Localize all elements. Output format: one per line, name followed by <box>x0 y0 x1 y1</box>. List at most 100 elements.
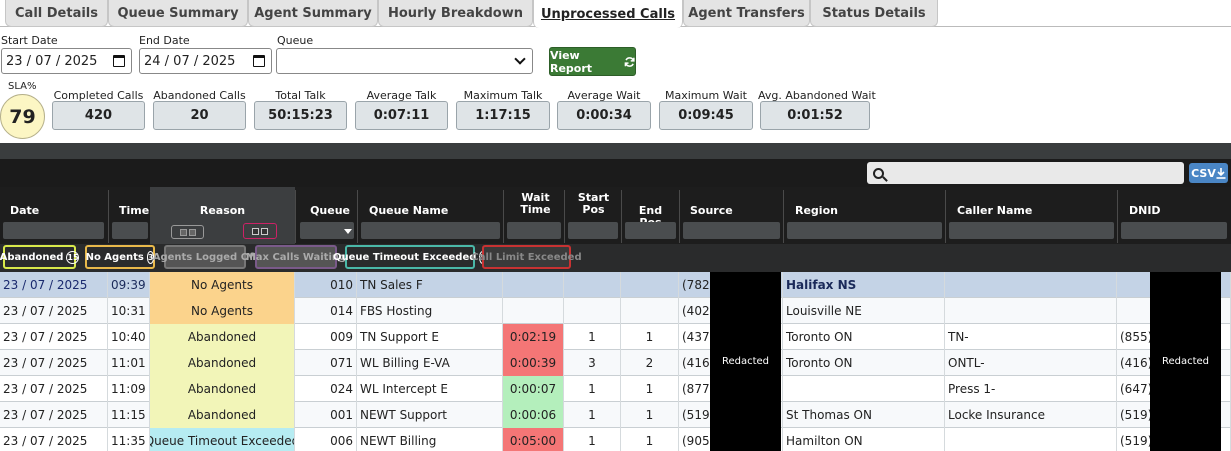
time-cell: 11:15 <box>108 402 150 428</box>
queue-cell: 014 <box>295 298 357 324</box>
queue-name-filter-input[interactable] <box>361 222 500 239</box>
table-row[interactable]: 23 / 07 / 2025 11:35 Queue Timeout Exceede… <box>0 428 1231 451</box>
csv-label: CSV <box>1191 166 1216 180</box>
stat-value: 0:07:11 <box>355 101 448 130</box>
column-header-source[interactable]: Source <box>690 205 733 217</box>
column-header-date[interactable]: Date <box>10 205 39 217</box>
column-header-caller-name[interactable]: Caller Name <box>957 205 1032 217</box>
region-filter-input[interactable] <box>787 222 942 239</box>
tab-unprocessed-calls[interactable]: Unprocessed Calls <box>533 0 683 28</box>
reason-filter-chip[interactable]: No Agents 3 <box>85 245 155 269</box>
queue-label: Queue <box>277 34 314 47</box>
tab-hourly-breakdown[interactable]: Hourly Breakdown <box>378 0 533 27</box>
table-row[interactable]: 23 / 07 / 2025 10:31 No Agents 014 FBS Hosti… <box>0 298 1231 324</box>
end-date-value: 24 / 07 / 2025 <box>144 53 236 69</box>
header-separator <box>108 190 109 243</box>
queue-name-cell: NEWT Support <box>357 402 503 428</box>
end-pos-cell <box>621 298 679 324</box>
calendar-icon[interactable] <box>113 55 125 67</box>
table-row[interactable]: 23 / 07 / 2025 09:39 No Agents 010 TN Sales … <box>0 272 1231 298</box>
header-separator <box>679 190 680 243</box>
tab-agent-summary[interactable]: Agent Summary <box>248 0 378 27</box>
table-row[interactable]: 23 / 07 / 2025 11:01 Abandoned 071 WL Billin… <box>0 350 1231 376</box>
tab-agent-transfers[interactable]: Agent Transfers <box>683 0 810 27</box>
column-header-queue-name[interactable]: Queue Name <box>369 205 448 217</box>
stat-value: 420 <box>52 101 145 130</box>
chip-label: Queue Timeout Exceeded <box>333 251 477 263</box>
column-header-region[interactable]: Region <box>795 205 838 217</box>
table-search-input[interactable] <box>867 162 1184 184</box>
date-cell: 23 / 07 / 2025 <box>0 428 108 451</box>
header-separator <box>503 190 504 243</box>
reason-filter-chip[interactable]: Max Calls Waiting <box>246 245 346 269</box>
table-row[interactable]: 23 / 07 / 2025 11:15 Abandoned 001 NEWT Supp… <box>0 402 1231 428</box>
queue-cell: 001 <box>295 402 357 428</box>
column-header-dnid[interactable]: DNID <box>1129 205 1161 217</box>
tab-queue-summary[interactable]: Queue Summary <box>108 0 248 27</box>
end-date-input[interactable]: 24 / 07 / 2025 <box>139 48 272 74</box>
table-row[interactable]: 23 / 07 / 2025 10:40 Abandoned 009 TN Suppor… <box>0 324 1231 350</box>
search-icon <box>873 167 884 179</box>
view-report-button[interactable]: View Report <box>549 47 636 76</box>
reason-filter-chip[interactable]: Abandoned 15 <box>0 245 80 269</box>
tab-status-details[interactable]: Status Details <box>810 0 938 27</box>
column-header-start-pos[interactable]: Start Pos <box>571 192 616 216</box>
queue-cell: 024 <box>295 376 357 402</box>
wait-time-cell <box>503 298 564 324</box>
header-separator <box>1117 190 1118 243</box>
region-cell: Toronto ON <box>783 350 945 376</box>
source-filter-input[interactable] <box>683 222 780 239</box>
column-header-queue[interactable]: Queue <box>298 205 350 217</box>
queue-cell: 009 <box>295 324 357 350</box>
wait-time-filter-input[interactable] <box>507 222 561 239</box>
checkbox-icon <box>261 227 268 235</box>
queue-name-cell: NEWT Billing <box>357 428 503 451</box>
queue-cell: 010 <box>295 272 357 298</box>
csv-export-button[interactable]: CSV <box>1189 163 1228 183</box>
header-separator <box>564 190 565 243</box>
reason-cell: Queue Timeout Exceeded <box>150 428 295 451</box>
time-cell: 11:09 <box>108 376 150 402</box>
redacted-dnid-block: Redacted <box>1150 272 1221 451</box>
reason-select-all-toggle[interactable] <box>171 225 204 239</box>
time-filter-input[interactable] <box>112 222 148 239</box>
column-header-time[interactable]: Time <box>119 205 149 217</box>
checkbox-icon <box>188 228 196 236</box>
caret-down-icon <box>344 229 352 234</box>
calendar-icon[interactable] <box>253 55 265 67</box>
dnid-filter-input[interactable] <box>1121 222 1227 239</box>
reason-filter-chip[interactable]: Call Limit Exceeded <box>471 245 582 269</box>
queue-select[interactable] <box>276 48 533 74</box>
caller-name-cell: TN- <box>945 324 1117 350</box>
reason-clear-all-toggle[interactable] <box>243 223 277 239</box>
start-date-input[interactable]: 23 / 07 / 2025 <box>1 48 132 74</box>
caller-name-cell: ONTL- <box>945 350 1117 376</box>
time-cell: 11:01 <box>108 350 150 376</box>
checkbox-icon <box>179 228 187 236</box>
end-pos-filter-input[interactable] <box>625 222 676 239</box>
view-report-label: View Report <box>550 48 593 75</box>
wait-time-cell <box>503 272 564 298</box>
queue-name-cell: TN Support E <box>357 324 503 350</box>
start-pos-filter-input[interactable] <box>568 222 618 239</box>
queue-cell: 071 <box>295 350 357 376</box>
stat-value: 20 <box>153 101 246 130</box>
tab-call-details[interactable]: Call Details <box>5 0 108 27</box>
region-cell: St Thomas ON <box>783 402 945 428</box>
reason-cell: Abandoned <box>150 324 295 350</box>
column-header-reason[interactable]: Reason <box>150 205 295 217</box>
table-row[interactable]: 23 / 07 / 2025 11:09 Abandoned 024 WL Interc… <box>0 376 1231 402</box>
chip-label: Abandoned <box>0 251 64 263</box>
chip-label: Agents Logged Off <box>152 251 258 263</box>
end-pos-cell: 2 <box>621 350 679 376</box>
chip-count-badge: 15 <box>66 250 80 264</box>
chip-label: Max Calls Waiting <box>245 251 347 263</box>
date-cell: 23 / 07 / 2025 <box>0 350 108 376</box>
caller-name-filter-input[interactable] <box>949 222 1114 239</box>
column-header-wait-time[interactable]: Wait Time <box>513 192 558 216</box>
reason-filter-chip[interactable]: Agents Logged Off <box>153 245 257 269</box>
date-filter-input[interactable] <box>3 222 104 239</box>
reason-filter-chip[interactable]: Queue Timeout Exceeded5 <box>333 245 487 269</box>
caller-name-cell: Press 1- <box>945 376 1117 402</box>
date-cell: 23 / 07 / 2025 <box>0 324 108 350</box>
